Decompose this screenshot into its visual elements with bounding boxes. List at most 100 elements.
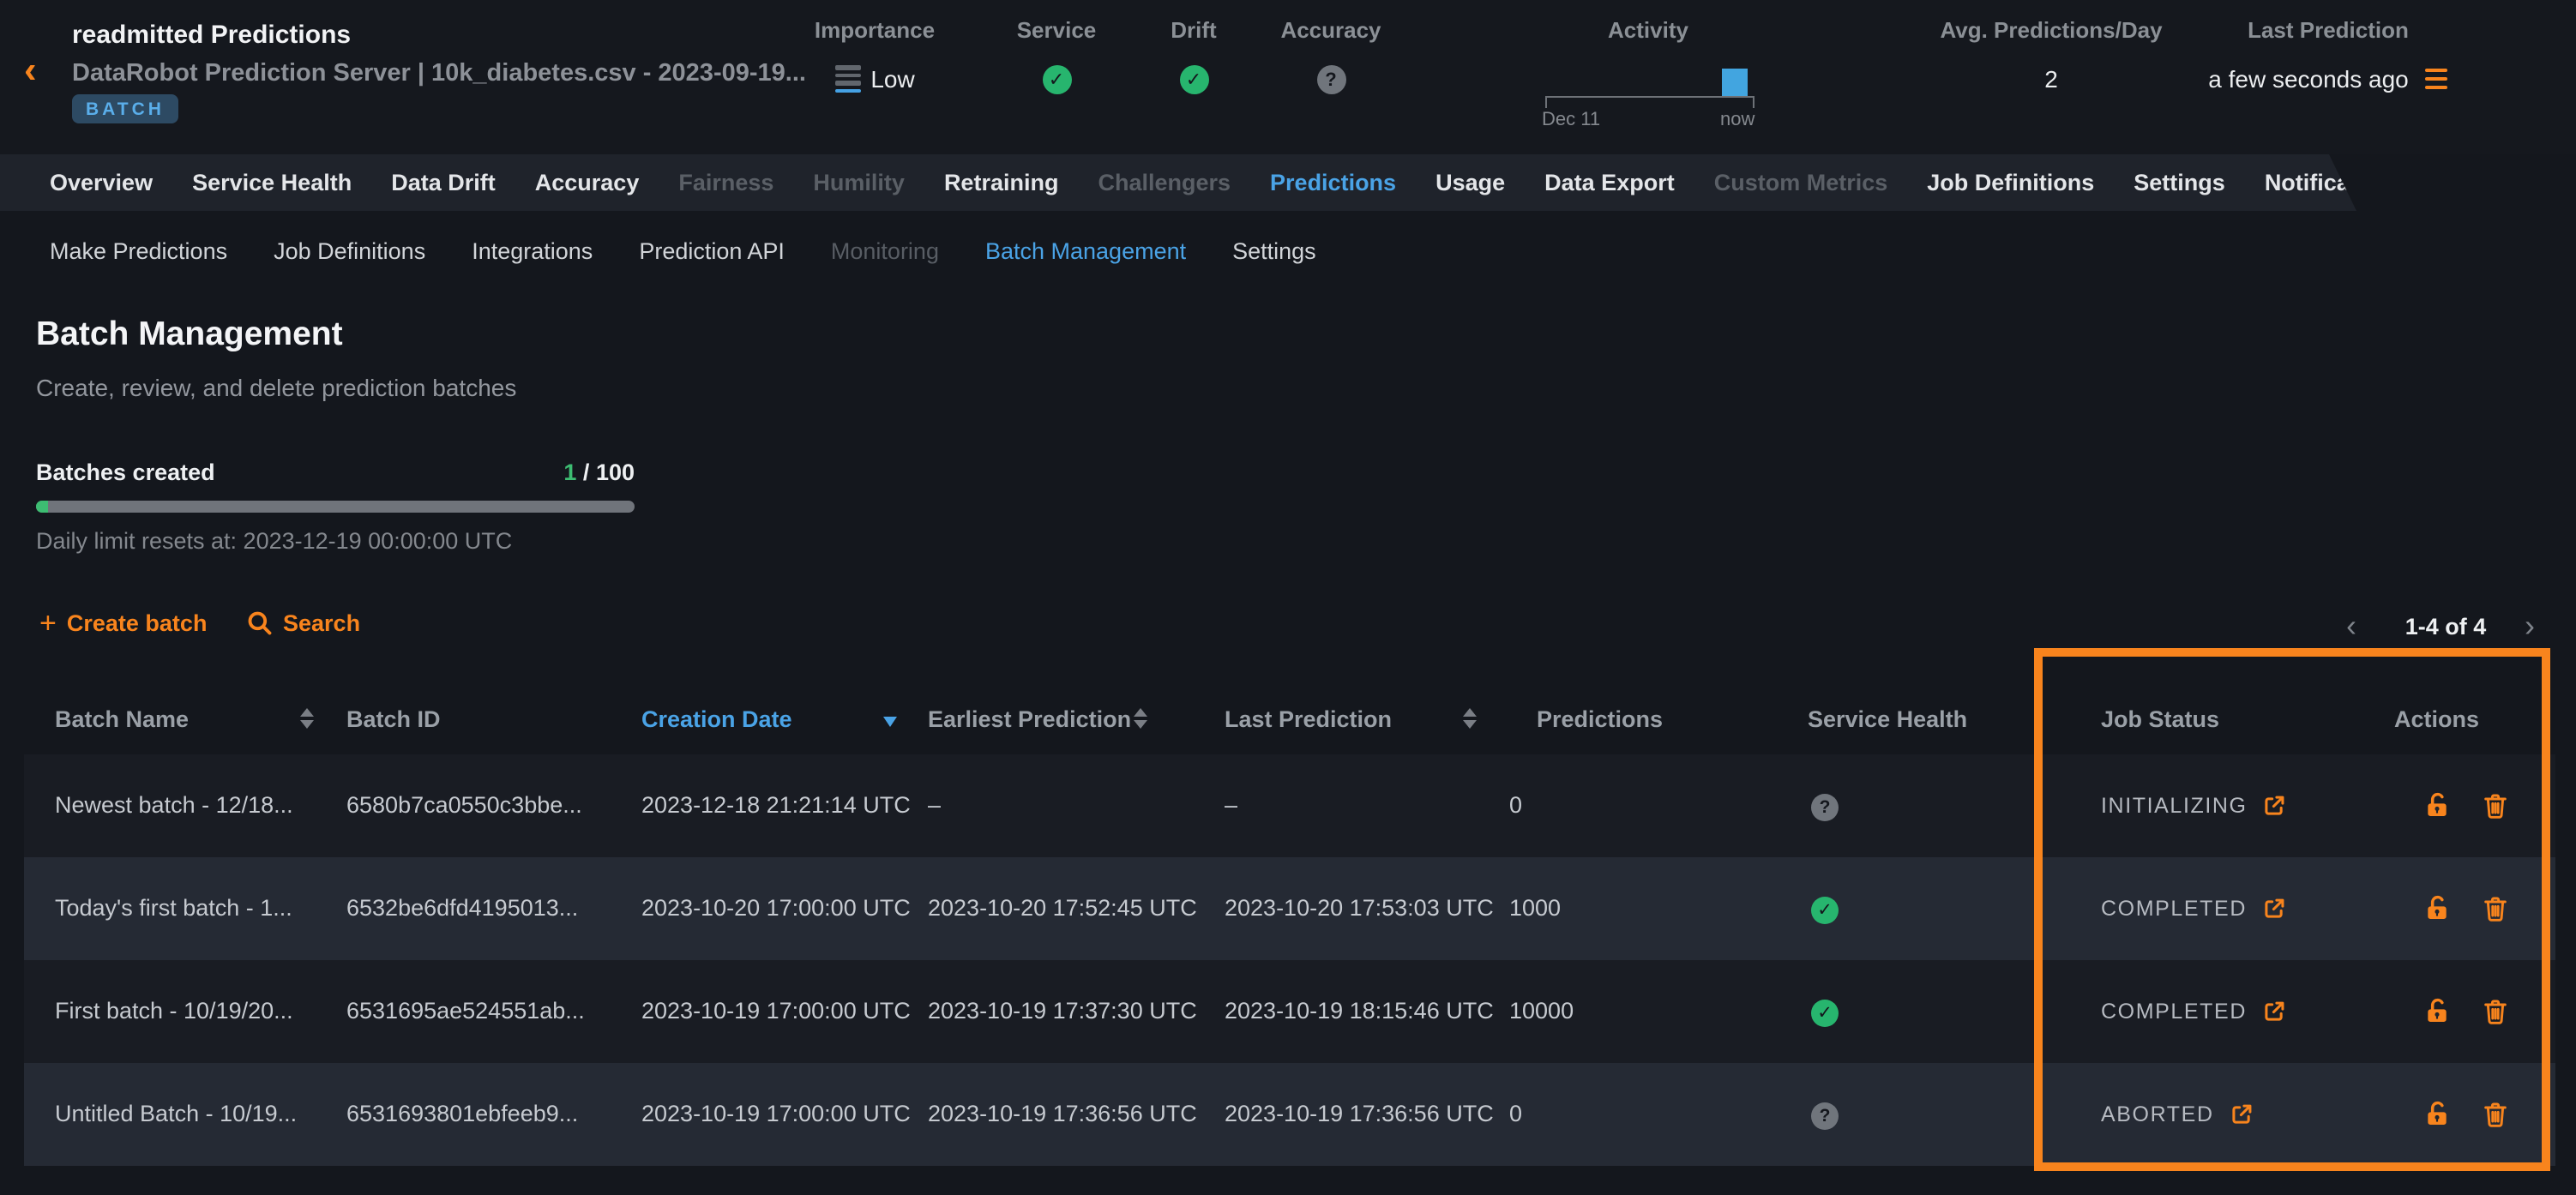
page-subtitle: Create, review, and delete prediction ba…	[36, 374, 516, 401]
column-header-last-prediction[interactable]: Last Prediction	[1225, 706, 1392, 732]
tab-data-drift[interactable]: Data Drift	[391, 170, 496, 195]
subtab-settings[interactable]: Settings	[1232, 237, 1316, 263]
pagination-next-icon[interactable]: ›	[2525, 610, 2535, 641]
metric-last-prediction: Last Prediction a few seconds ago	[2178, 17, 2478, 93]
cell-name: Newest batch - 12/18...	[55, 792, 293, 818]
sort-icon-last[interactable]	[1463, 708, 1477, 729]
tab-settings[interactable]: Settings	[2134, 170, 2225, 195]
cell-name: First batch - 10/19/20...	[55, 998, 293, 1024]
sort-desc-icon-created[interactable]	[883, 717, 897, 727]
activity-label: Activity	[1511, 17, 1785, 43]
activity-end-label: now	[1720, 110, 1754, 130]
cell-earliest: –	[928, 792, 941, 818]
column-header-predictions[interactable]: Predictions	[1537, 706, 1663, 732]
column-header-batch-name[interactable]: Batch Name	[55, 706, 189, 732]
delete-batch-icon[interactable]	[2482, 895, 2509, 922]
tab-service-health[interactable]: Service Health	[192, 170, 352, 195]
create-batch-label: Create batch	[67, 610, 208, 636]
metric-avg-predictions: Avg. Predictions/Day 2	[1914, 17, 2188, 93]
cell-id: 6531695ae524551ab...	[346, 998, 585, 1024]
tab-custom-metrics[interactable]: Custom Metrics	[1714, 170, 1888, 195]
job-status-text: INITIALIZING	[2101, 794, 2248, 818]
job-status-text: COMPLETED	[2101, 1000, 2247, 1024]
column-header-earliest-prediction[interactable]: Earliest Prediction	[928, 706, 1131, 732]
delete-batch-icon[interactable]	[2482, 1101, 2509, 1128]
cell-earliest: 2023-10-19 17:37:30 UTC	[928, 998, 1197, 1024]
search-label: Search	[283, 610, 360, 636]
cell-created: 2023-12-18 21:21:14 UTC	[641, 792, 911, 818]
quota-label: Batches created	[36, 459, 215, 485]
table-row: First batch - 10/19/20... 6531695ae524551…	[24, 960, 2555, 1063]
back-chevron-icon[interactable]: ‹	[24, 51, 37, 89]
cell-predictions: 1000	[1509, 895, 1561, 921]
job-status-text: ABORTED	[2101, 1102, 2214, 1126]
external-link-icon[interactable]	[2262, 897, 2286, 921]
quota-separator: /	[576, 459, 596, 485]
cell-created: 2023-10-19 17:00:00 UTC	[641, 998, 911, 1024]
subtab-make-predictions[interactable]: Make Predictions	[50, 237, 227, 263]
external-link-icon[interactable]	[2263, 794, 2287, 818]
cell-job-status: INITIALIZING	[2101, 794, 2287, 818]
plus-icon: +	[39, 611, 57, 635]
search-button[interactable]: Search	[247, 610, 360, 636]
quota-value: 1 / 100	[377, 459, 635, 485]
cell-id: 6580b7ca0550c3bbe...	[346, 792, 582, 818]
lock-batch-icon[interactable]	[2423, 895, 2451, 922]
accuracy-label: Accuracy	[1271, 17, 1391, 43]
deployment-header: ‹ readmitted Predictions DataRobot Predi…	[0, 0, 2576, 154]
importance-level-icon	[834, 65, 860, 93]
subtab-job-definitions[interactable]: Job Definitions	[274, 237, 425, 263]
main-tab-bar: Overview Service Health Data Drift Accuracy…	[0, 154, 2360, 211]
external-link-icon[interactable]	[2262, 1000, 2286, 1024]
table-row: Today's first batch - 1...6532be6dfd4195…	[24, 857, 2555, 960]
subtab-prediction-api[interactable]: Prediction API	[639, 237, 785, 263]
column-header-job-status[interactable]: Job Status	[2101, 706, 2219, 732]
subtab-integrations[interactable]: Integrations	[472, 237, 593, 263]
quota-progress-bar	[36, 501, 635, 513]
delete-batch-icon[interactable]	[2482, 998, 2509, 1025]
column-header-batch-id[interactable]: Batch ID	[346, 706, 441, 732]
cell-last: 2023-10-19 17:36:56 UTC	[1225, 1101, 1494, 1126]
lock-batch-icon[interactable]	[2423, 998, 2451, 1025]
sort-icon-earliest[interactable]	[1134, 708, 1147, 729]
last-prediction-menu-icon[interactable]	[2426, 69, 2448, 90]
tab-retraining[interactable]: Retraining	[944, 170, 1059, 195]
service-ok-icon: ✓	[1042, 65, 1071, 94]
tab-challengers[interactable]: Challengers	[1098, 170, 1231, 195]
tab-predictions[interactable]: Predictions	[1270, 170, 1396, 195]
pagination-prev-icon[interactable]: ‹	[2346, 610, 2356, 641]
cell-job-status: COMPLETED	[2101, 897, 2286, 921]
tab-data-export[interactable]: Data Export	[1544, 170, 1675, 195]
importance-value: Low	[870, 65, 914, 93]
subtab-monitoring[interactable]: Monitoring	[831, 237, 939, 263]
delete-batch-icon[interactable]	[2482, 792, 2509, 820]
accuracy-unknown-icon: ?	[1316, 65, 1345, 94]
cell-id: 6531693801ebfeeb9...	[346, 1101, 578, 1126]
service-label: Service	[996, 17, 1116, 43]
avg-predictions-value: 2	[2044, 65, 2058, 93]
column-header-actions[interactable]: Actions	[2394, 706, 2479, 732]
sort-icon-name[interactable]	[300, 708, 314, 729]
tab-job-definitions[interactable]: Job Definitions	[1927, 170, 2094, 195]
create-batch-button[interactable]: + Create batch	[39, 610, 207, 636]
tab-accuracy[interactable]: Accuracy	[535, 170, 640, 195]
tab-notifications[interactable]: Notifications	[2265, 170, 2405, 195]
column-header-creation-date[interactable]: Creation Date	[641, 706, 792, 732]
tab-humility[interactable]: Humility	[813, 170, 905, 195]
column-header-service-health[interactable]: Service Health	[1808, 706, 1967, 732]
activity-bar[interactable]	[1722, 69, 1748, 96]
external-link-icon[interactable]	[2230, 1102, 2254, 1126]
metric-drift: Drift ✓	[1134, 17, 1254, 94]
tab-overview[interactable]: Overview	[50, 170, 153, 195]
cell-predictions: 0	[1509, 1101, 1522, 1126]
subtab-batch-management[interactable]: Batch Management	[985, 237, 1186, 263]
cell-predictions: 10000	[1509, 998, 1574, 1024]
lock-batch-icon[interactable]	[2423, 792, 2451, 820]
table-row: Newest batch - 12/18... 6580b7ca0550c3bbe…	[24, 754, 2555, 857]
lock-batch-icon[interactable]	[2423, 1101, 2451, 1128]
tab-fairness[interactable]: Fairness	[678, 170, 773, 195]
avg-predictions-label: Avg. Predictions/Day	[1914, 17, 2188, 43]
tab-usage[interactable]: Usage	[1435, 170, 1505, 195]
cell-last: –	[1225, 792, 1237, 818]
cell-service-health: ?	[1811, 1101, 1839, 1130]
